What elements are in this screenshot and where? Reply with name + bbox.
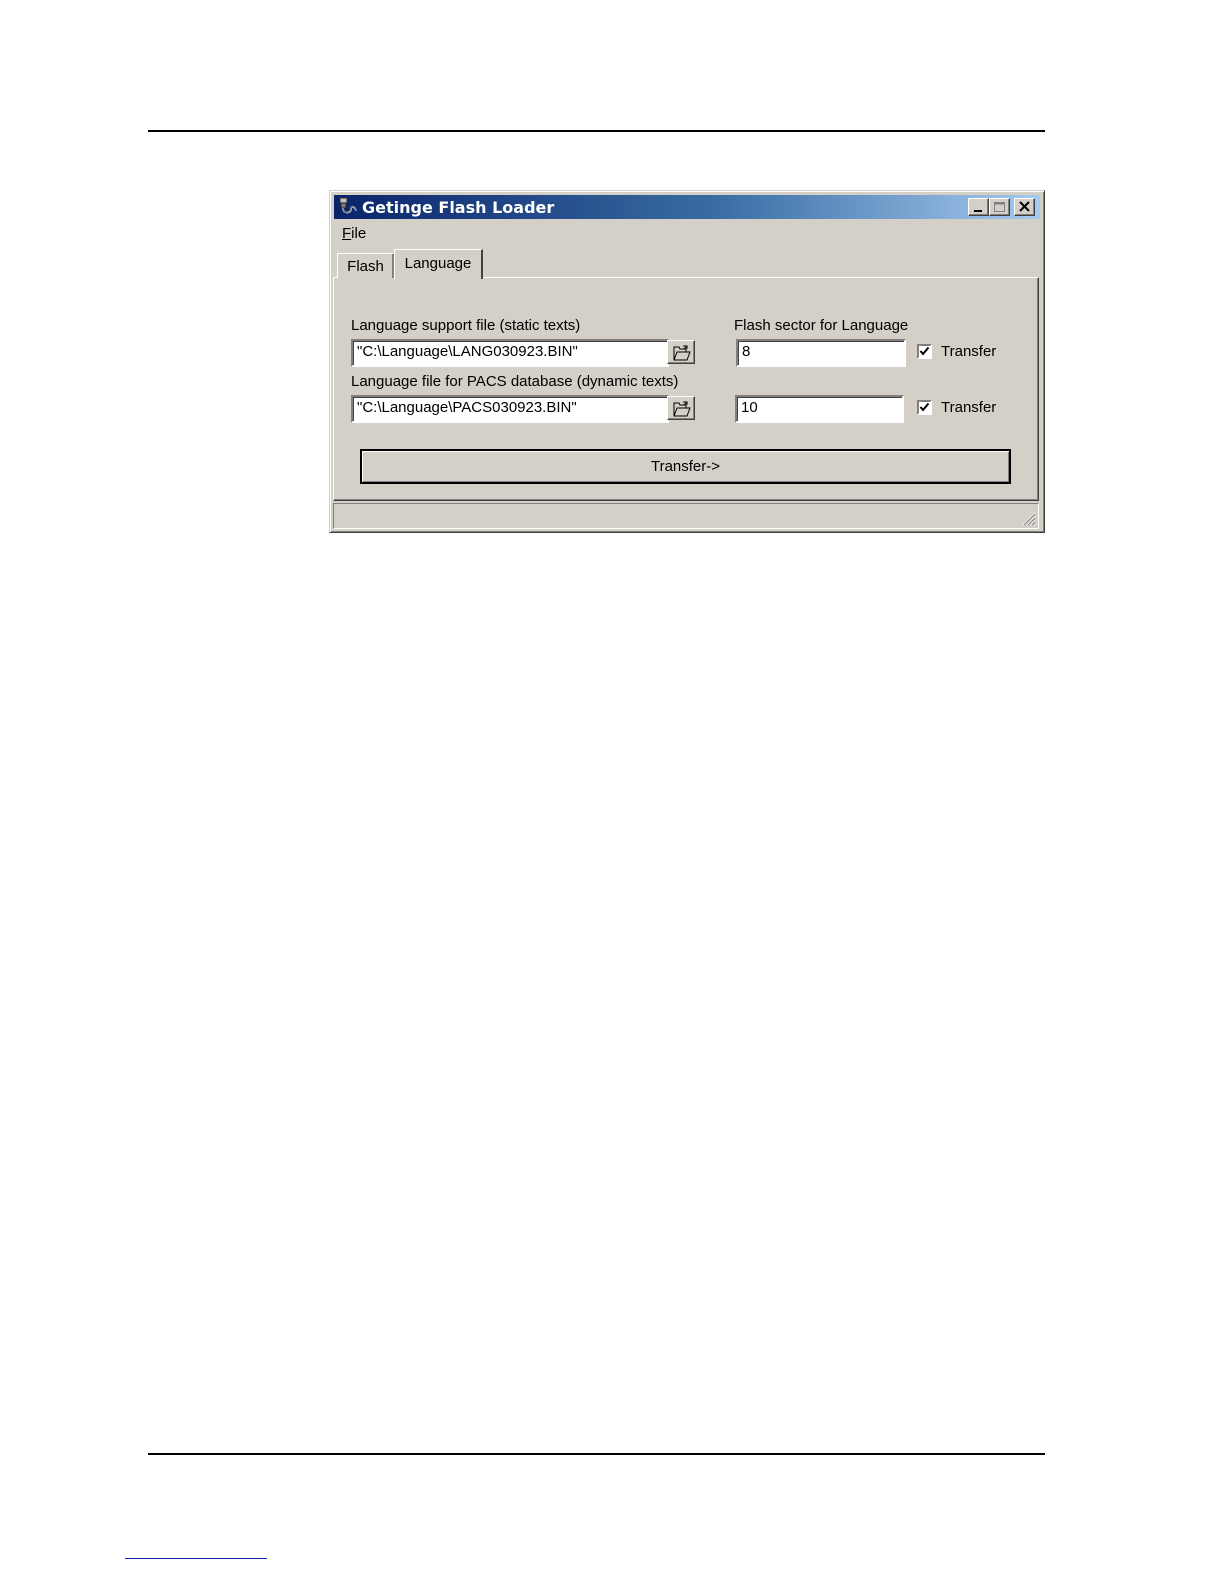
open-folder-icon	[673, 345, 691, 361]
menu-bar: File	[334, 221, 1040, 243]
tab-language[interactable]: Language	[394, 249, 483, 279]
minimize-icon	[974, 210, 982, 212]
page-header-rule	[148, 130, 1045, 132]
transfer-checkbox-static[interactable]	[917, 344, 932, 359]
browse-static-file-button[interactable]	[667, 340, 695, 364]
dynamic-file-label: Language file for PACS database (dynamic…	[351, 373, 679, 390]
checkmark-icon	[919, 346, 930, 356]
menu-file[interactable]: File	[342, 225, 366, 242]
maximize-icon	[994, 202, 1005, 212]
window-title: Getinge Flash Loader	[362, 198, 555, 217]
resize-grip-icon[interactable]	[1020, 510, 1036, 526]
static-file-input[interactable]: "C:\Language\LANG030923.BIN"	[351, 339, 669, 367]
tab-language-label: Language	[404, 255, 472, 272]
transfer-checkbox-dynamic-label: Transfer	[941, 399, 997, 416]
tab-flash[interactable]: Flash	[337, 253, 394, 278]
status-bar	[333, 503, 1039, 529]
close-button[interactable]	[1014, 198, 1035, 216]
dynamic-sector-input[interactable]: 10	[735, 395, 904, 423]
close-icon	[1019, 201, 1030, 212]
open-folder-icon	[673, 401, 691, 417]
title-bar[interactable]: Getinge Flash Loader	[334, 195, 1040, 219]
static-sector-input[interactable]: 8	[736, 339, 906, 367]
dynamic-file-input[interactable]: "C:\Language\PACS030923.BIN"	[351, 395, 669, 423]
footer-link-underline	[125, 1558, 267, 1559]
tab-flash-label: Flash	[347, 258, 384, 275]
transfer-checkbox-dynamic[interactable]	[917, 400, 932, 415]
transfer-checkbox-static-label: Transfer	[941, 343, 997, 360]
flash-sector-label: Flash sector for Language	[734, 317, 909, 334]
minimize-button[interactable]	[968, 198, 989, 216]
transfer-button[interactable]: Transfer->	[360, 449, 1011, 484]
browse-dynamic-file-button[interactable]	[667, 396, 695, 420]
flash-loader-app-icon[interactable]	[337, 197, 359, 217]
menu-file-label: ile	[351, 225, 367, 242]
checkmark-icon	[919, 402, 930, 412]
page-footer-rule	[148, 1453, 1045, 1455]
static-file-label: Language support file (static texts)	[351, 317, 581, 334]
menu-file-mnemonic: F	[342, 225, 352, 242]
maximize-button[interactable]	[989, 198, 1010, 216]
